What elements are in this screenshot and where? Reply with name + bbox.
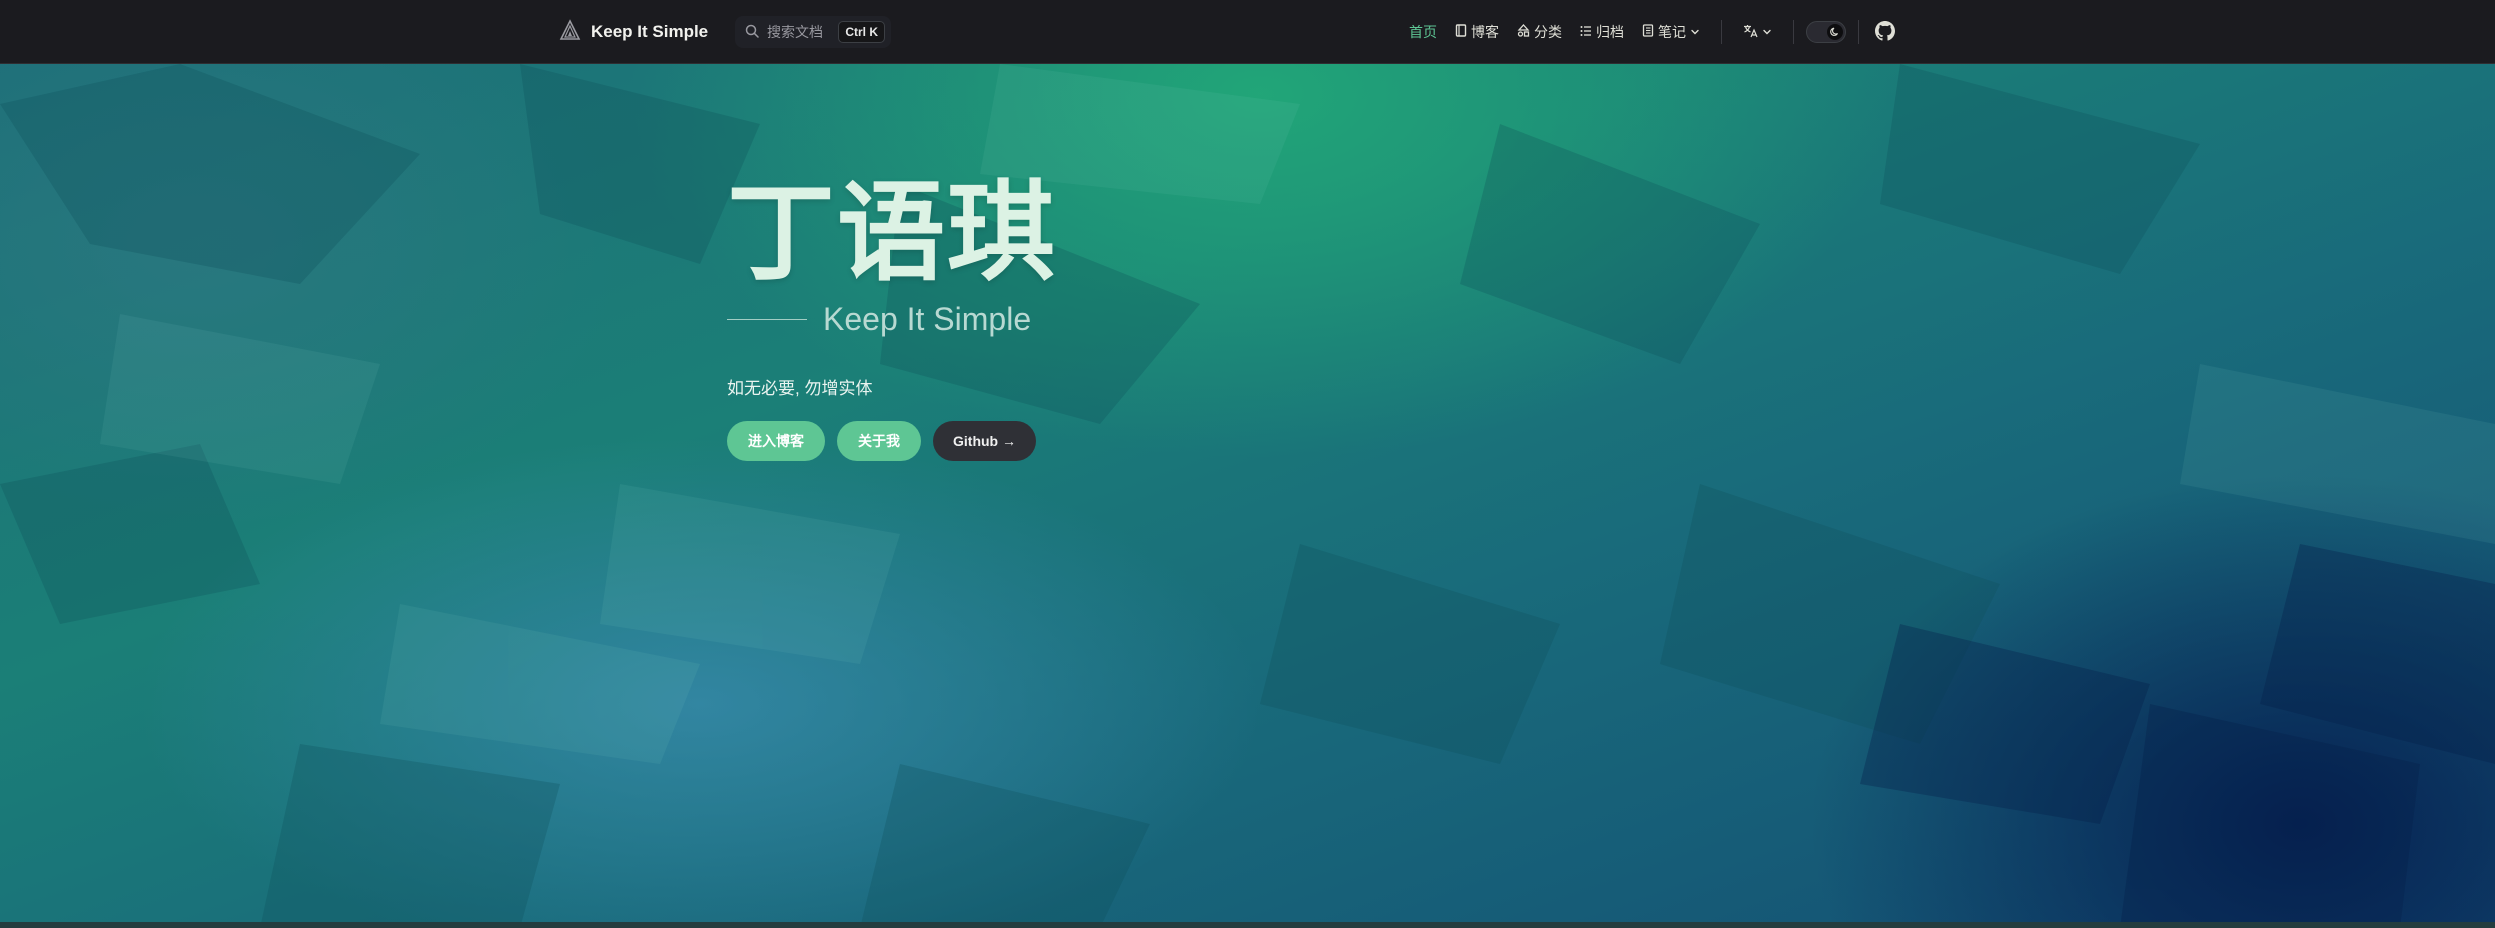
nav-item-blog[interactable]: 博客 — [1446, 22, 1508, 42]
hero-content: 丁语琪 Keep It Simple 如无必要, 勿增实体 进入博客 关于我 G… — [727, 179, 1527, 461]
nav-divider — [1858, 20, 1859, 44]
hero-actions: 进入博客 关于我 Github → — [727, 421, 1527, 461]
logo-icon — [559, 18, 581, 46]
tagline-rule — [727, 319, 807, 320]
github-icon — [1875, 20, 1895, 44]
main-menu: 首页 博客 分类 归档 笔记 — [1400, 18, 1899, 46]
page-bottom-edge — [0, 922, 2495, 928]
search-button[interactable]: 搜索文档 Ctrl K — [735, 16, 891, 48]
notebook-icon — [1642, 24, 1654, 40]
nav-item-label: 博客 — [1471, 24, 1499, 40]
github-button[interactable]: Github → — [933, 421, 1036, 461]
hero-motto: 如无必要, 勿增实体 — [727, 379, 873, 398]
nav-item-label: 归档 — [1596, 24, 1624, 40]
nav-item-categories[interactable]: 分类 — [1508, 22, 1571, 42]
book-icon — [1455, 24, 1467, 40]
enter-blog-button[interactable]: 进入博客 — [727, 421, 825, 461]
nav-item-label: 分类 — [1534, 24, 1562, 40]
language-switcher[interactable] — [1734, 24, 1781, 41]
moon-icon — [1830, 24, 1840, 40]
hero-tagline-row: Keep It Simple — [727, 301, 1527, 338]
hero-tagline: Keep It Simple — [823, 301, 1032, 337]
hero-name: 丁语琪 — [727, 172, 1058, 293]
chevron-down-icon — [1762, 24, 1772, 40]
github-link[interactable] — [1871, 20, 1899, 44]
nav-item-archive[interactable]: 归档 — [1571, 22, 1633, 42]
brand-title: Keep It Simple — [591, 22, 709, 41]
nav-item-home[interactable]: 首页 — [1400, 22, 1446, 42]
about-me-button[interactable]: 关于我 — [837, 421, 921, 461]
chevron-down-icon — [1690, 24, 1700, 40]
theme-toggle[interactable] — [1806, 21, 1846, 43]
top-navbar: Keep It Simple 搜索文档 Ctrl K 首页 博客 分类 归档 笔… — [0, 0, 2495, 64]
nav-divider — [1721, 20, 1722, 44]
nav-item-notes[interactable]: 笔记 — [1633, 22, 1709, 42]
toggle-knob — [1827, 24, 1843, 40]
translate-icon — [1743, 24, 1758, 41]
nav-item-label: 首页 — [1409, 24, 1437, 40]
search-placeholder: 搜索文档 — [767, 24, 823, 40]
list-icon — [1580, 24, 1592, 40]
nav-item-label: 笔记 — [1658, 24, 1686, 40]
nav-divider — [1793, 20, 1794, 44]
hero-section: 丁语琪 Keep It Simple 如无必要, 勿增实体 进入博客 关于我 G… — [0, 64, 2495, 928]
search-shortcut-key: Ctrl K — [838, 21, 885, 43]
shapes-icon — [1517, 24, 1530, 40]
brand-link[interactable]: Keep It Simple — [559, 18, 708, 46]
search-icon — [745, 24, 759, 41]
